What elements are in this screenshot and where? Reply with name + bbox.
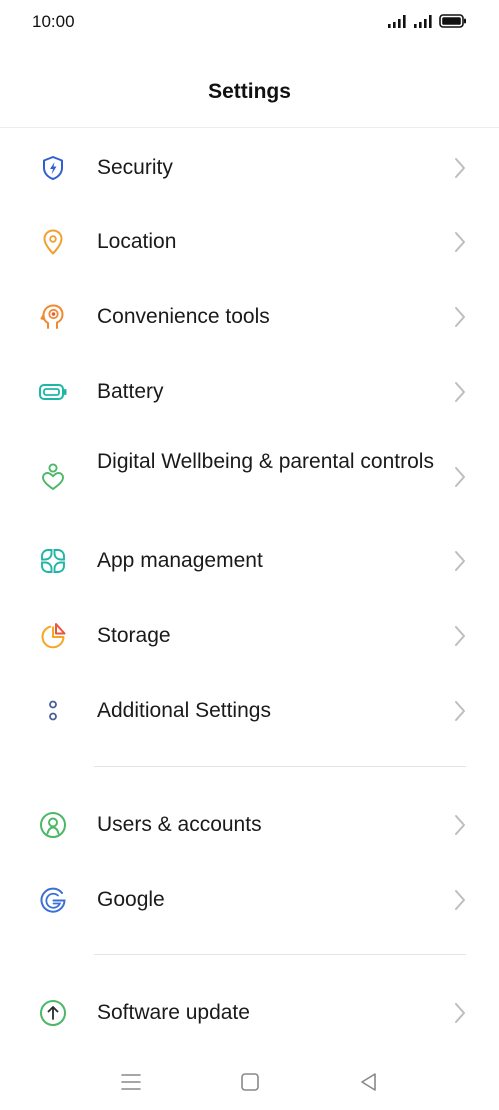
chevron-right-icon bbox=[453, 157, 467, 179]
settings-item-label: App management bbox=[97, 549, 263, 572]
chevron-right-icon bbox=[453, 381, 467, 403]
home-icon[interactable] bbox=[235, 1067, 265, 1097]
settings-item-app-management[interactable]: App management bbox=[0, 533, 499, 589]
convenience-tools-icon bbox=[38, 302, 68, 332]
status-bar: 10:00 bbox=[0, 0, 499, 46]
back-icon[interactable] bbox=[354, 1067, 384, 1097]
settings-item-label: Storage bbox=[97, 624, 171, 647]
update-arrow-icon bbox=[38, 998, 68, 1028]
settings-item-label: Additional Settings bbox=[97, 699, 271, 722]
app-grid-icon bbox=[38, 546, 68, 576]
settings-item-label: Battery bbox=[97, 380, 164, 403]
wellbeing-icon bbox=[38, 462, 68, 492]
menu-icon[interactable] bbox=[116, 1067, 146, 1097]
chevron-right-icon bbox=[453, 625, 467, 647]
user-icon bbox=[38, 810, 68, 840]
settings-item-label: Location bbox=[97, 230, 177, 253]
location-pin-icon bbox=[38, 227, 68, 257]
settings-item-digital-wellbeing[interactable]: Digital Wellbeing & parental controls bbox=[0, 440, 499, 516]
section-divider bbox=[94, 954, 466, 955]
settings-item-google[interactable]: Google bbox=[0, 872, 499, 928]
shield-bolt-icon bbox=[38, 153, 68, 183]
settings-item-additional-settings[interactable]: Additional Settings bbox=[0, 683, 499, 739]
navigation-bar bbox=[0, 1055, 499, 1110]
chevron-right-icon bbox=[453, 889, 467, 911]
chevron-right-icon bbox=[453, 466, 467, 488]
chevron-right-icon bbox=[453, 550, 467, 572]
settings-item-users-accounts[interactable]: Users & accounts bbox=[0, 797, 499, 853]
settings-item-label: Users & accounts bbox=[97, 813, 262, 836]
signal-icon bbox=[388, 15, 406, 28]
dots-icon bbox=[38, 696, 68, 726]
chevron-right-icon bbox=[453, 700, 467, 722]
chevron-right-icon bbox=[453, 306, 467, 328]
settings-item-battery[interactable]: Battery bbox=[0, 364, 499, 420]
storage-pie-icon bbox=[38, 621, 68, 651]
settings-item-security[interactable]: Security bbox=[0, 140, 499, 196]
page-title: Settings bbox=[208, 80, 291, 103]
settings-item-label: Digital Wellbeing & parental controls bbox=[97, 450, 434, 473]
settings-item-label: Convenience tools bbox=[97, 305, 270, 328]
settings-item-location[interactable]: Location bbox=[0, 214, 499, 270]
settings-item-label: Security bbox=[97, 156, 173, 179]
settings-item-software-update[interactable]: Software update bbox=[0, 985, 499, 1041]
chevron-right-icon bbox=[453, 231, 467, 253]
status-icons bbox=[387, 13, 467, 29]
settings-item-label: Google bbox=[97, 888, 165, 911]
battery-full-icon bbox=[439, 14, 466, 28]
signal-icon bbox=[414, 15, 432, 28]
chevron-right-icon bbox=[453, 1002, 467, 1024]
title-bar: Settings bbox=[0, 60, 499, 128]
status-time: 10:00 bbox=[32, 12, 75, 31]
section-divider bbox=[94, 766, 466, 767]
chevron-right-icon bbox=[453, 814, 467, 836]
google-icon bbox=[38, 885, 68, 915]
settings-item-convenience-tools[interactable]: Convenience tools bbox=[0, 289, 499, 345]
settings-item-storage[interactable]: Storage bbox=[0, 608, 499, 664]
settings-item-label: Software update bbox=[97, 1001, 250, 1024]
battery-icon bbox=[38, 377, 68, 407]
